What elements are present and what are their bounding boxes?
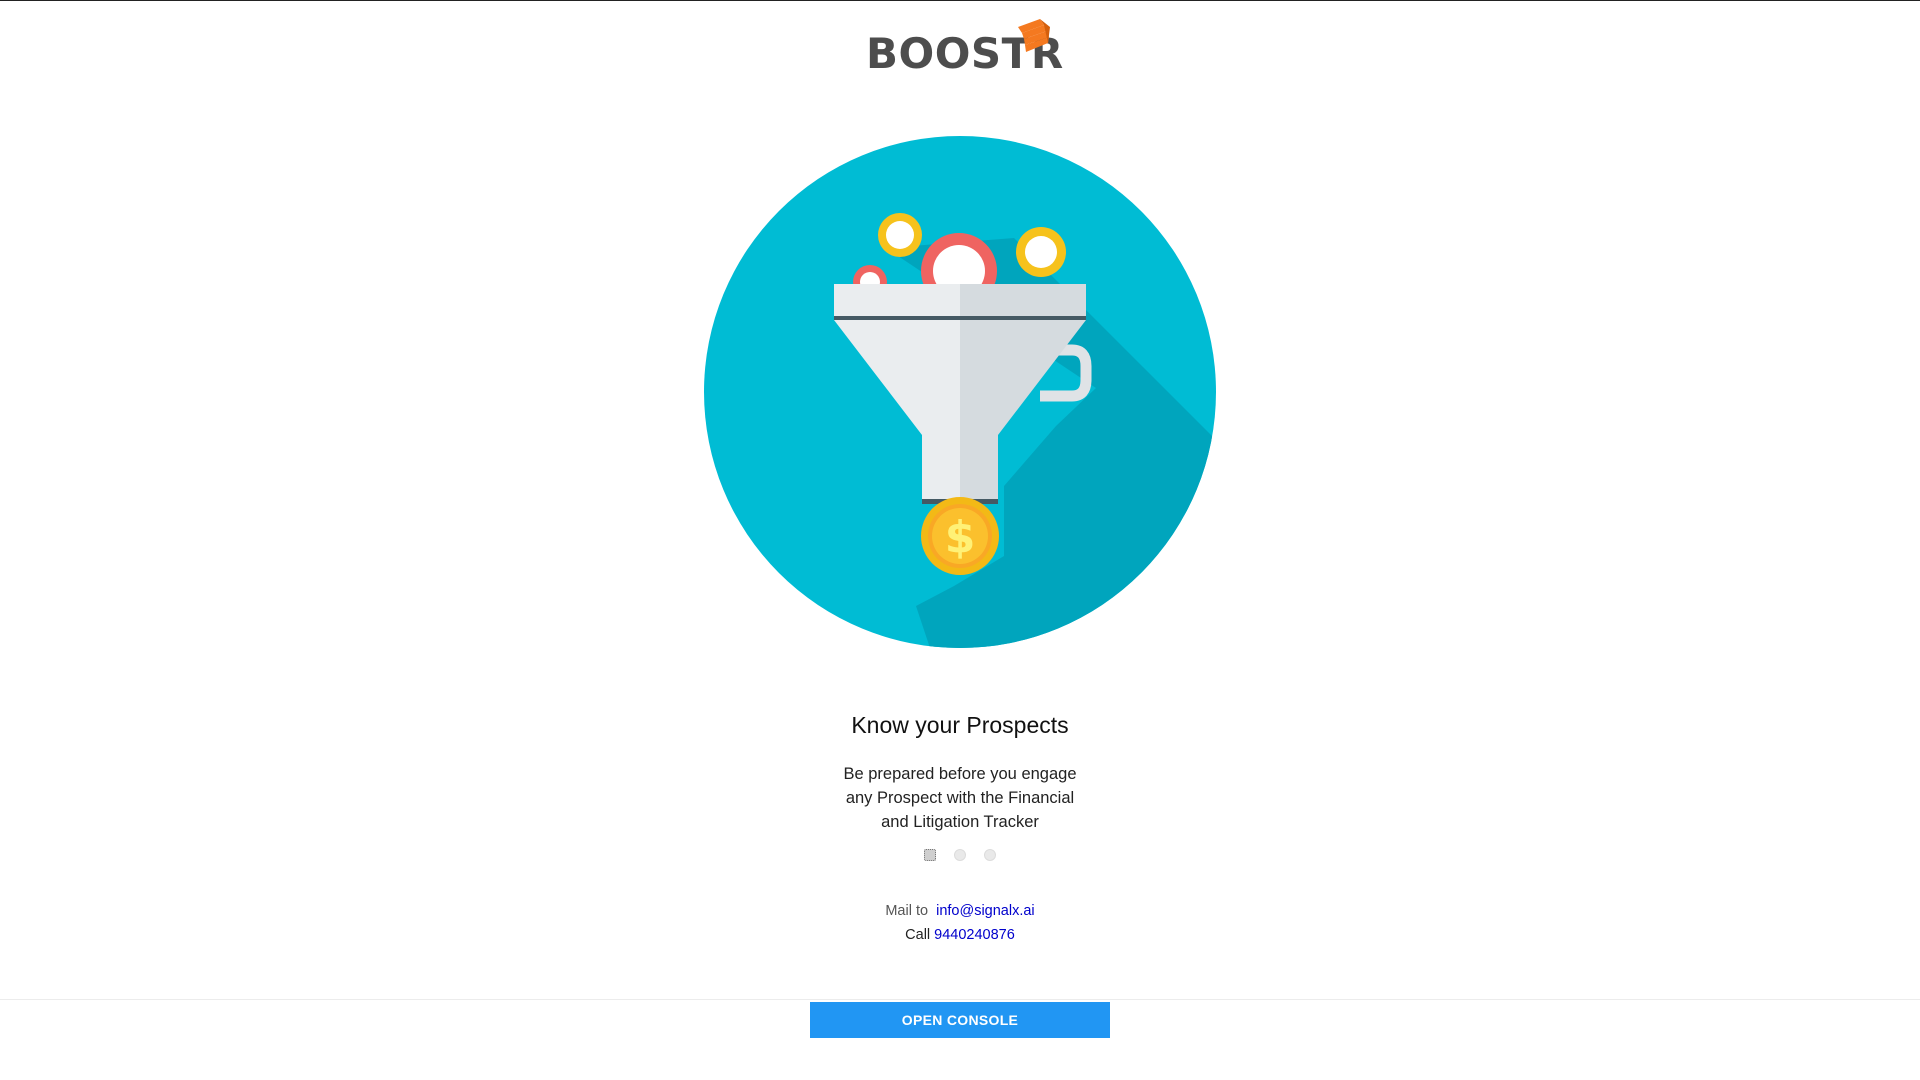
carousel-pagination [0, 849, 1920, 861]
call-line: Call 9440240876 [0, 923, 1920, 947]
open-console-button[interactable]: OPEN CONSOLE [810, 1002, 1110, 1038]
carousel-dot-1[interactable] [924, 849, 936, 861]
contact-info: Mail to info@signalx.ai Call 9440240876 [0, 899, 1920, 947]
call-label: Call [905, 927, 931, 943]
funnel-with-coins-icon: $ [704, 136, 1216, 648]
carousel-dot-2[interactable] [954, 849, 966, 861]
landing-page: BOOSTR $ Know your Prospects Be prepared… [0, 0, 1920, 1080]
slide-title: Know your Prospects [851, 712, 1069, 738]
footer-divider [0, 999, 1920, 1000]
phone-link[interactable]: 9440240876 [934, 927, 1015, 943]
slide-description: Be prepared before you engage any Prospe… [843, 765, 1077, 831]
boostr-logo: BOOSTR [866, 19, 1070, 81]
logo-stripes-icon [1018, 19, 1050, 52]
email-link[interactable]: info@signalx.ai [936, 903, 1035, 919]
mail-line: Mail to info@signalx.ai [0, 899, 1920, 923]
carousel-dot-3[interactable] [984, 849, 996, 861]
svg-text:$: $ [945, 512, 976, 563]
dollar-coin-icon: $ [921, 497, 999, 575]
mail-label: Mail to [885, 903, 929, 919]
